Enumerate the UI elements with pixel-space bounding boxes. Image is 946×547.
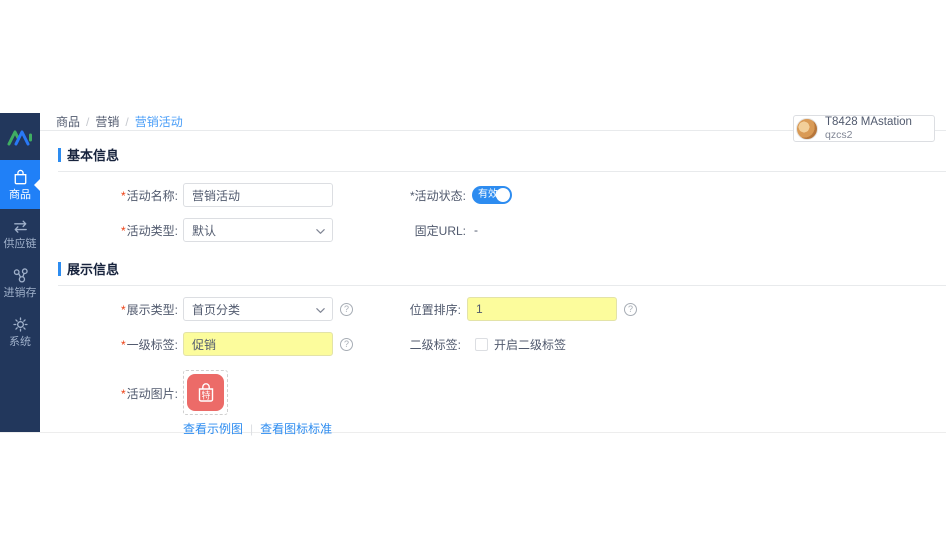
- activity-type-value: 默认: [192, 222, 216, 239]
- row-activity-image: *活动图片: 特 查看示例图 |: [58, 370, 946, 437]
- sidebar-item-goods[interactable]: 商品: [0, 160, 40, 209]
- activity-status-label: *活动状态:: [333, 187, 466, 204]
- view-example-link[interactable]: 查看示例图: [183, 420, 243, 437]
- fixed-url-value: -: [474, 223, 478, 237]
- secondary-tag-checkbox-group[interactable]: 开启二级标签: [475, 336, 566, 353]
- sidebar-item-label: 商品: [9, 190, 31, 201]
- activity-name-label: *活动名称:: [58, 187, 178, 204]
- section-divider: [58, 285, 946, 286]
- promo-icon-text: 特: [201, 389, 210, 400]
- row-display-type-order: *展示类型: 首页分类 ? 位置排序: ?: [58, 297, 946, 321]
- secondary-tag-label: 二级标签:: [353, 336, 461, 353]
- row-activity-type-url: *活动类型: 默认 固定URL: -: [58, 218, 946, 242]
- primary-tag-input[interactable]: [183, 332, 333, 356]
- activity-image-label: *活动图片:: [58, 385, 178, 437]
- help-icon[interactable]: ?: [624, 303, 637, 316]
- section-display-info: 展示信息: [58, 259, 946, 278]
- toggle-knob: [496, 188, 510, 202]
- secondary-tag-checkbox-label: 开启二级标签: [494, 336, 566, 353]
- view-icon-standard-link[interactable]: 查看图标标准: [260, 420, 332, 437]
- sidebar-item-label: 供应链: [4, 239, 37, 250]
- activity-type-select[interactable]: 默认: [183, 218, 333, 242]
- app-window: 商品 供应链 进销存 系统: [0, 113, 946, 433]
- breadcrumb-item-marketing-activity: 营销活动: [135, 113, 183, 130]
- display-type-value: 首页分类: [192, 301, 240, 318]
- activity-type-label: *活动类型:: [58, 222, 178, 239]
- app-logo[interactable]: [0, 113, 40, 160]
- required-mark: *: [121, 189, 126, 203]
- link-separator: |: [250, 422, 253, 436]
- breadcrumb-item-marketing[interactable]: 营销: [95, 113, 119, 130]
- promo-bag-icon: 特: [187, 374, 224, 411]
- section-divider: [58, 171, 946, 172]
- sidebar-item-inventory[interactable]: 进销存: [0, 258, 40, 307]
- user-username: qzcs2: [825, 129, 912, 141]
- bag-icon: [11, 168, 30, 187]
- image-links: 查看示例图 | 查看图标标准: [183, 420, 332, 437]
- chevron-down-icon: [315, 305, 326, 316]
- bag-glyph-icon: 特: [193, 380, 219, 406]
- section-basic-info: 基本信息: [58, 145, 946, 164]
- breadcrumb-separator: /: [86, 115, 89, 129]
- toggle-on-text: 有效: [478, 189, 498, 201]
- breadcrumb-separator: /: [125, 115, 128, 129]
- position-order-label: 位置排序:: [353, 301, 461, 318]
- sidebar: 商品 供应链 进销存 系统: [0, 113, 40, 432]
- sidebar-item-label: 系统: [9, 337, 31, 348]
- activity-image-upload[interactable]: 特: [183, 370, 228, 415]
- section-accent-bar: [58, 148, 61, 162]
- help-icon[interactable]: ?: [340, 338, 353, 351]
- logo-icon: [6, 127, 34, 147]
- secondary-tag-checkbox[interactable]: [475, 338, 488, 351]
- active-item-arrow: [34, 179, 40, 191]
- required-mark: *: [121, 387, 126, 401]
- required-mark: *: [121, 303, 126, 317]
- activity-status-toggle[interactable]: 有效: [472, 186, 512, 204]
- top-bar: 商品 / 营销 / 营销活动 T8428 MAstation qzcs2: [40, 113, 946, 131]
- required-mark: *: [121, 338, 126, 352]
- gear-icon: [11, 315, 30, 334]
- avatar: [796, 118, 818, 140]
- activity-name-input[interactable]: [183, 183, 333, 207]
- required-mark: *: [121, 224, 126, 238]
- form-content: 基本信息 *活动名称: *活动状态: 有效 *活动类型: 默认: [40, 131, 946, 437]
- sidebar-item-system[interactable]: 系统: [0, 307, 40, 356]
- row-primary-secondary-tag: *一级标签: ? 二级标签: 开启二级标签: [58, 332, 946, 356]
- breadcrumb-item-goods[interactable]: 商品: [56, 113, 80, 130]
- sidebar-item-label: 进销存: [4, 288, 37, 299]
- breadcrumb: 商品 / 营销 / 营销活动: [56, 113, 183, 130]
- sidebar-item-supply-chain[interactable]: 供应链: [0, 209, 40, 258]
- user-menu[interactable]: T8428 MAstation qzcs2: [793, 115, 935, 142]
- row-activity-name-status: *活动名称: *活动状态: 有效: [58, 183, 946, 207]
- display-type-label: *展示类型:: [58, 301, 178, 318]
- display-type-select[interactable]: 首页分类: [183, 297, 333, 321]
- main-area: 商品 / 营销 / 营销活动 T8428 MAstation qzcs2 基本信…: [40, 113, 946, 432]
- section-title-text: 基本信息: [67, 145, 119, 164]
- chevron-down-icon: [315, 226, 326, 237]
- exchange-icon: [11, 217, 30, 236]
- share-icon: [11, 266, 30, 285]
- position-order-input[interactable]: [467, 297, 617, 321]
- user-name: T8428 MAstation: [825, 116, 912, 129]
- primary-tag-label: *一级标签:: [58, 336, 178, 353]
- fixed-url-label: 固定URL:: [333, 222, 466, 239]
- help-icon[interactable]: ?: [340, 303, 353, 316]
- section-accent-bar: [58, 262, 61, 276]
- section-title-text: 展示信息: [67, 259, 119, 278]
